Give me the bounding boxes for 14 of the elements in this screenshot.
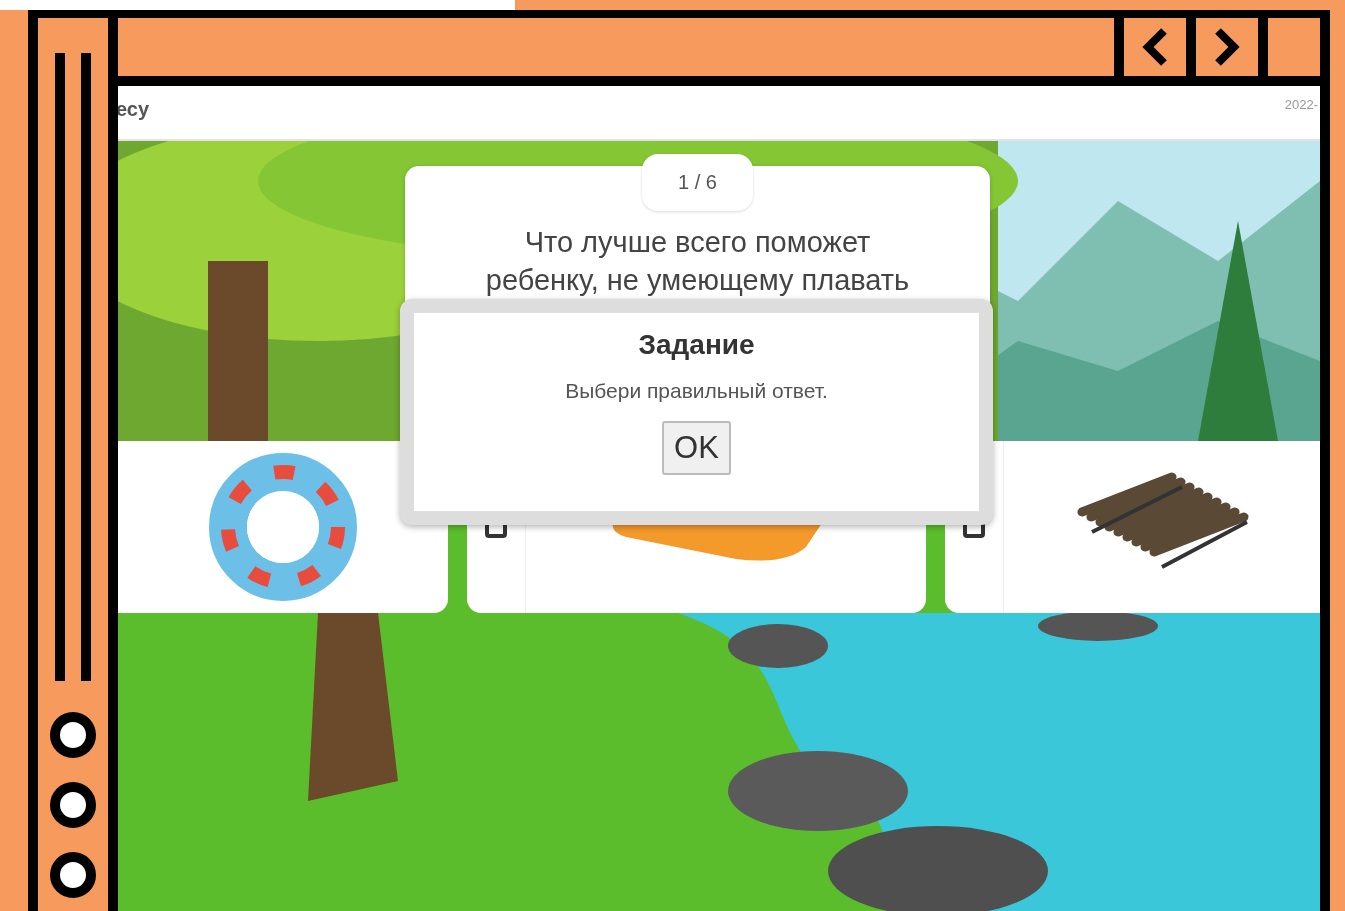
date-text: 2022- bbox=[1284, 97, 1318, 112]
ring-icon bbox=[49, 851, 97, 899]
answer-card[interactable] bbox=[118, 441, 448, 613]
question-text: ребенку, не умеющему плавать bbox=[485, 263, 910, 298]
dialog-message: Выбери правильный ответ. bbox=[565, 379, 828, 403]
question-text: Что лучше всего поможет bbox=[523, 225, 872, 260]
chevron-right-icon bbox=[1212, 27, 1242, 67]
answer-card[interactable] bbox=[945, 441, 1320, 613]
chevron-left-icon bbox=[1140, 27, 1170, 67]
ring-icon bbox=[49, 781, 97, 829]
question-counter: 1 / 6 bbox=[642, 154, 753, 211]
dialog-title: Задание bbox=[638, 329, 755, 361]
ring-icon bbox=[49, 711, 97, 759]
ok-button[interactable]: OK bbox=[662, 421, 731, 475]
